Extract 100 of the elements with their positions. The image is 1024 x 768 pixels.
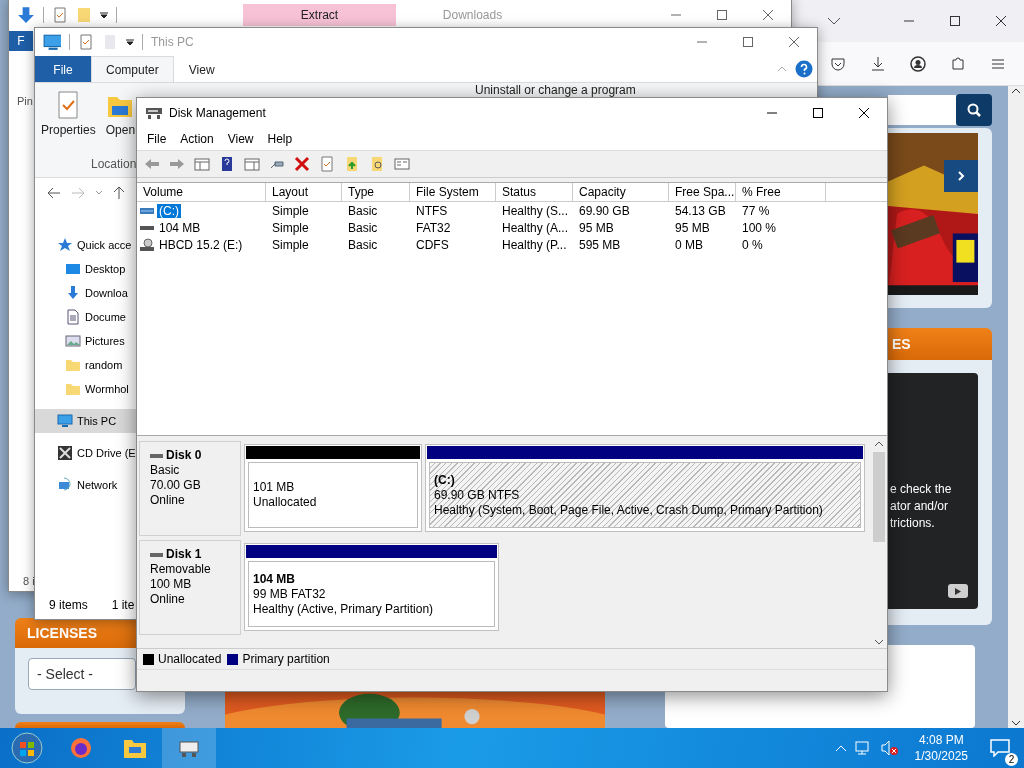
help-icon <box>795 60 813 78</box>
disk-management-taskbar-button[interactable] <box>162 728 216 768</box>
nav-item[interactable]: Docume <box>35 305 137 329</box>
partition-block[interactable]: 104 MB 99 MB FAT32 Healthy (Active, Primary Partition) <box>244 543 499 631</box>
nav-item[interactable]: CD Drive (E <box>35 441 137 465</box>
scrollbar[interactable] <box>1008 86 1024 728</box>
column-header[interactable]: % Free <box>736 183 826 202</box>
search-field[interactable] <box>888 95 956 125</box>
maximize-icon <box>717 10 727 20</box>
drive-name[interactable]: 104 MB <box>157 220 203 235</box>
close-icon <box>763 10 773 20</box>
ribbon-tab[interactable]: Computer <box>91 56 174 82</box>
nav-item[interactable]: Downloa <box>35 281 137 305</box>
checklist-icon <box>56 91 81 119</box>
drive-icon <box>140 205 154 216</box>
item-count: 8 i <box>23 575 35 587</box>
ribbon-tab[interactable]: File <box>35 56 91 82</box>
maximize-icon <box>743 37 753 47</box>
window-title: This PC <box>151 35 194 49</box>
table-cell-text: 100 % <box>741 219 778 236</box>
ribbon-link[interactable]: Uninstall or change a program <box>475 83 636 97</box>
dropdown-icon <box>100 11 108 19</box>
play-button[interactable] <box>948 584 968 598</box>
nav-item[interactable]: random <box>35 353 137 377</box>
table-cell-text: Basic <box>347 236 379 253</box>
partition-info: Healthy (Active, Primary Partition) <box>253 601 435 617</box>
menu-item[interactable]: File <box>141 129 173 148</box>
chevron-up-icon <box>834 744 847 752</box>
checklist-icon <box>78 34 94 50</box>
table-cell-text: Healthy (P... <box>501 236 568 253</box>
firefox-icon <box>69 736 93 760</box>
network-icon <box>57 477 73 493</box>
table-cell-text: Simple <box>271 219 310 236</box>
table-cell-text: 595 MB <box>578 236 622 253</box>
nav-item[interactable]: Pictures <box>35 329 137 353</box>
column-header[interactable]: Capacity <box>573 183 669 202</box>
ribbon-tab[interactable]: Extract <box>243 4 396 26</box>
ribbon-button[interactable]: Properties <box>37 83 100 137</box>
close-icon <box>996 16 1006 26</box>
license-select[interactable]: - Select - <box>28 658 136 690</box>
column-header[interactable]: File System <box>410 183 496 202</box>
panel-icon <box>243 156 260 172</box>
disk-status: Online <box>150 493 186 508</box>
partition-info: 101 MB <box>253 480 296 495</box>
column-header[interactable]: Status <box>496 183 573 202</box>
computer-icon <box>57 413 73 429</box>
back-arrow-icon <box>143 156 160 172</box>
clock[interactable]: 4:08 PM 1/30/2025 <box>914 732 968 764</box>
disk-name: Disk 1 <box>166 547 202 562</box>
drive-icon <box>150 551 163 558</box>
drive-name[interactable]: HBCD 15.2 (E:) <box>157 237 245 252</box>
disk-label-panel[interactable]: Disk 1 Removable 100 MB Online <box>139 540 241 635</box>
next-button[interactable] <box>944 160 978 192</box>
disc-drive-icon <box>140 237 154 252</box>
table-cell-text: Basic <box>347 202 379 219</box>
file-tab[interactable]: F <box>9 31 33 51</box>
disk-size: 70.00 GB <box>150 478 202 493</box>
column-header[interactable]: Type <box>342 183 410 202</box>
legend-label: Unallocated <box>158 652 222 666</box>
table-cell-text: 77 % <box>741 202 771 219</box>
column-header[interactable]: Layout <box>266 183 342 202</box>
table-cell-text: Healthy (A... <box>501 219 570 236</box>
column-header[interactable]: Free Spa... <box>669 183 736 202</box>
chevron-down-icon <box>827 16 841 26</box>
drive-name[interactable]: (C:) <box>157 203 181 218</box>
nav-item[interactable]: Network <box>35 473 137 497</box>
table-cell-text: 0 MB <box>674 236 704 253</box>
table-cell-text: 0 % <box>741 236 764 253</box>
menu-item[interactable]: Action <box>174 129 220 148</box>
menu-item[interactable]: Help <box>261 129 299 148</box>
chevron-down-icon <box>95 190 103 196</box>
partition-info: Healthy (System, Boot, Page File, Active, Crash Dump, Primary Partition) <box>434 502 824 518</box>
partition-block[interactable]: (C:) 69.90 GB NTFS Healthy (System, Boot, Page File, Active, Crash Dump, Primary Partition) <box>425 444 865 532</box>
notifications-button[interactable]: 2 <box>982 730 1018 766</box>
panel-icon <box>193 156 210 172</box>
status-text: 9 items <box>49 598 88 612</box>
maximize-icon <box>950 16 960 26</box>
unallocated-block[interactable]: 101 MB Unallocated <box>244 444 422 532</box>
disk-label-panel[interactable]: Disk 0 Basic 70.00 GB Online <box>139 441 241 536</box>
nav-item[interactable]: Wormhol <box>35 377 137 401</box>
window-icon <box>393 156 410 172</box>
folder-icon <box>123 737 147 759</box>
nav-item[interactable]: Desktop <box>35 257 137 281</box>
nav-item[interactable]: Quick acce <box>35 233 137 257</box>
disk-name: Disk 0 <box>166 448 202 463</box>
table-cell-text: 95 MB <box>674 219 711 236</box>
table-cell-text: 95 MB <box>578 219 615 236</box>
collapse-ribbon-icon <box>777 65 787 73</box>
search-button[interactable] <box>956 94 992 126</box>
column-header[interactable]: Volume <box>137 183 266 202</box>
table-cell-text: Basic <box>347 219 379 236</box>
scroll-up-icon <box>1011 86 1021 96</box>
computer-icon <box>43 33 61 51</box>
partition-name: 104 MB <box>253 571 297 587</box>
menu-item[interactable]: View <box>221 129 260 148</box>
table-cell-text: FAT32 <box>415 219 452 236</box>
download-icon <box>17 6 35 24</box>
legend-label: Primary partition <box>242 652 330 666</box>
nav-item[interactable]: This PC <box>35 409 137 433</box>
table-cell-text: Simple <box>271 236 310 253</box>
